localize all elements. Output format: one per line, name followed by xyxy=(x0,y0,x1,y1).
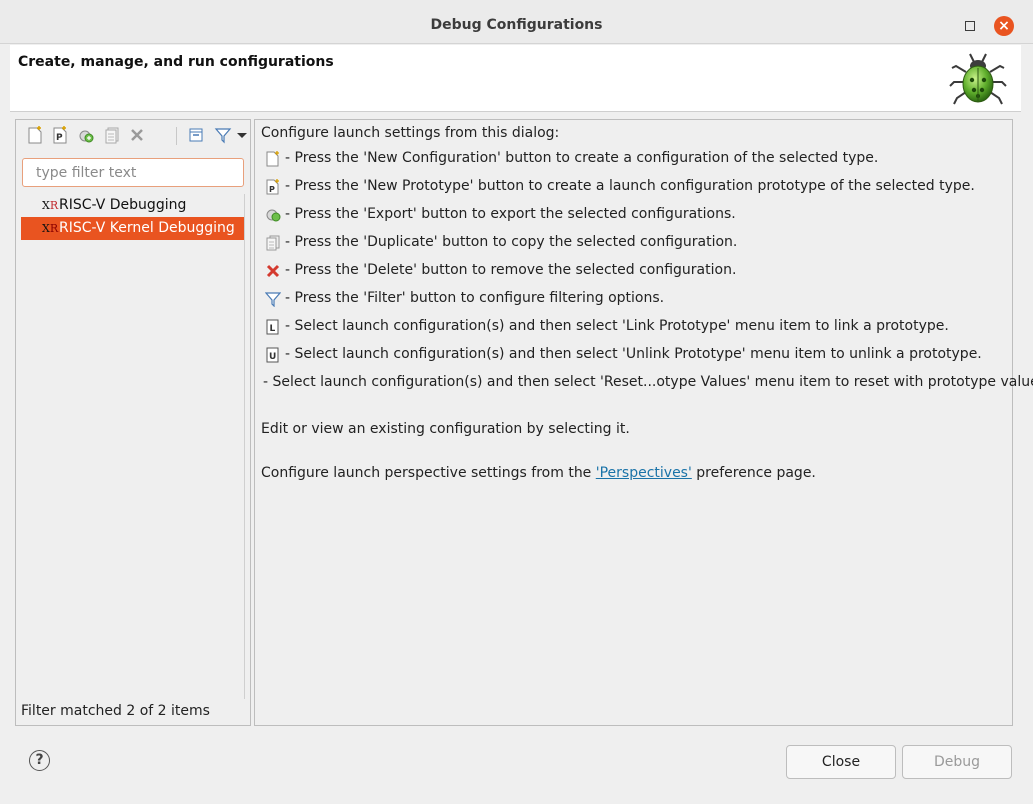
tree-scrollbar[interactable] xyxy=(244,194,245,699)
perspectives-link[interactable]: 'Perspectives' xyxy=(596,465,692,481)
reset-text: - Select launch configuration(s) and the… xyxy=(263,374,1033,390)
new-configuration-icon[interactable] xyxy=(26,125,44,145)
unlink-prototype-icon: U xyxy=(266,347,279,363)
configuration-tree: XR RISC-V Debugging XR RISC-V Kernel Deb… xyxy=(16,194,250,240)
window-title: Debug Configurations xyxy=(430,17,603,33)
tree-item-label: RISC-V Kernel Debugging xyxy=(59,220,235,236)
bug-icon xyxy=(949,53,1007,105)
tree-item-risc-v-kernel-debugging[interactable]: XR RISC-V Kernel Debugging xyxy=(21,217,244,240)
info-panel: Configure launch settings from this dial… xyxy=(254,119,1033,726)
perspective-text: Configure launch perspective settings fr… xyxy=(261,465,816,481)
delete-icon[interactable] xyxy=(128,125,146,145)
export-icon xyxy=(266,209,281,222)
new-configuration-icon xyxy=(266,151,279,167)
maximize-button[interactable] xyxy=(965,21,975,31)
link-prototype-icon: L xyxy=(266,319,279,335)
list-toolbar: P xyxy=(24,125,247,147)
svg-text:U: U xyxy=(269,352,276,362)
export-icon[interactable] xyxy=(77,125,95,145)
close-window-button[interactable]: × xyxy=(994,16,1014,36)
delete-icon xyxy=(266,264,280,278)
banner-heading: Create, manage, and run configurations xyxy=(18,54,334,70)
debug-configurations-dialog: Debug Configurations × Create, manage, a… xyxy=(0,0,1033,804)
svg-text:L: L xyxy=(270,324,276,334)
configuration-list-panel: P type filter text XR RISC-V Debugging X… xyxy=(15,119,251,726)
new-prototype-icon: P xyxy=(266,179,279,195)
close-button[interactable]: Close xyxy=(786,745,896,779)
duplicate-icon[interactable] xyxy=(103,125,121,145)
title-bar: Debug Configurations × xyxy=(0,0,1033,44)
svg-text:P: P xyxy=(269,185,275,194)
intro-text: Configure launch settings from this dial… xyxy=(261,125,560,141)
new-prototype-icon[interactable]: P xyxy=(51,125,69,145)
header-banner: Create, manage, and run configurations xyxy=(10,45,1021,112)
risc-v-launch-icon: XR xyxy=(42,199,59,212)
duplicate-icon xyxy=(266,235,280,251)
filter-input[interactable] xyxy=(22,158,244,187)
filter-icon xyxy=(265,292,281,307)
view-menu-icon[interactable] xyxy=(236,125,248,145)
svg-text:P: P xyxy=(56,133,63,143)
help-icon[interactable]: ? xyxy=(29,750,50,771)
filter-status: Filter matched 2 of 2 items xyxy=(21,703,210,719)
tree-item-label: RISC-V Debugging xyxy=(59,197,187,213)
debug-button[interactable]: Debug xyxy=(902,745,1012,779)
tree-item-risc-v-debugging[interactable]: XR RISC-V Debugging xyxy=(21,194,244,217)
collapse-all-icon[interactable] xyxy=(187,125,205,145)
edit-text: Edit or view an existing configuration b… xyxy=(261,421,630,437)
filter-icon[interactable] xyxy=(214,125,232,145)
risc-v-launch-icon: XR xyxy=(42,222,59,235)
toolbar-separator xyxy=(176,127,177,145)
